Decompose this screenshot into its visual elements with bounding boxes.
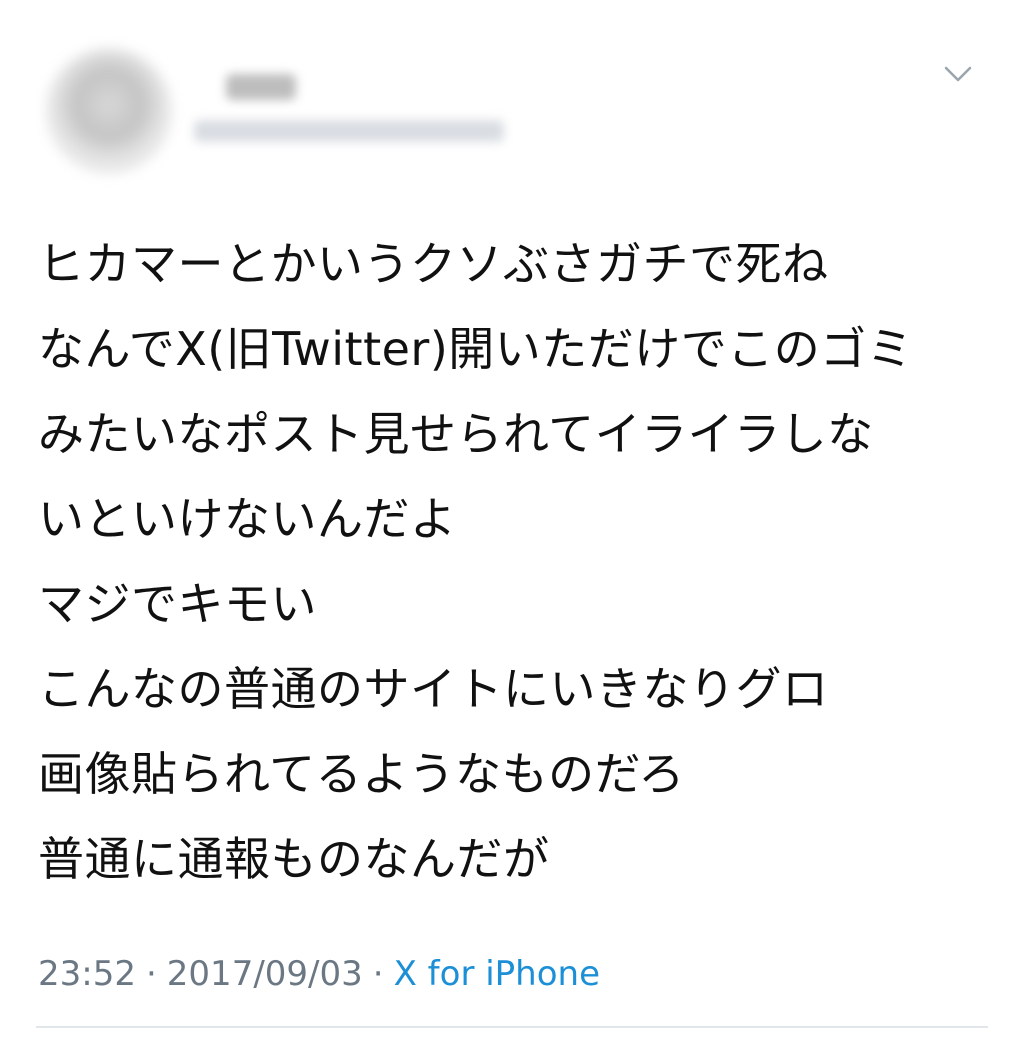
avatar[interactable] — [46, 48, 172, 174]
meta-separator: · — [145, 954, 157, 994]
tweet-header — [36, 40, 988, 180]
tweet-text-line: マジでキモい — [38, 577, 317, 631]
tweet-text-line: こんなの普通のサイトにいきなりグロ — [38, 662, 829, 716]
tweet-text-line: 普通に通報ものなんだが — [38, 832, 550, 886]
tweet-time[interactable]: 23:52 — [38, 954, 136, 994]
author-name[interactable] — [226, 74, 296, 100]
divider — [36, 1026, 988, 1028]
tweet-meta: 23:52 · 2017/09/03 · X for iPhone — [38, 948, 600, 1000]
author-handle[interactable] — [194, 120, 504, 142]
tweet-text: ヒカマーとかいうクソぶさガチで死ね なんでX(旧Twitter)開いただけでこの… — [38, 222, 998, 902]
tweet-text-line: ヒカマーとかいうクソぶさガチで死ね — [38, 237, 829, 291]
chevron-down-icon — [944, 66, 972, 82]
tweet-source-link[interactable]: X for iPhone — [394, 954, 600, 994]
tweet-card: ヒカマーとかいうクソぶさガチで死ね なんでX(旧Twitter)開いただけでこの… — [0, 0, 1024, 1040]
tweet-text-line: みたいなポスト見せられてイライラしな — [38, 407, 874, 461]
meta-separator: · — [372, 954, 384, 994]
tweet-date[interactable]: 2017/09/03 — [167, 954, 363, 994]
tweet-text-line: 画像貼られてるようなものだろ — [38, 747, 685, 801]
tweet-menu-button[interactable] — [940, 62, 976, 86]
tweet-text-line: いといけないんだよ — [38, 492, 457, 546]
tweet-text-line: なんでX(旧Twitter)開いただけでこのゴミ — [38, 322, 914, 376]
